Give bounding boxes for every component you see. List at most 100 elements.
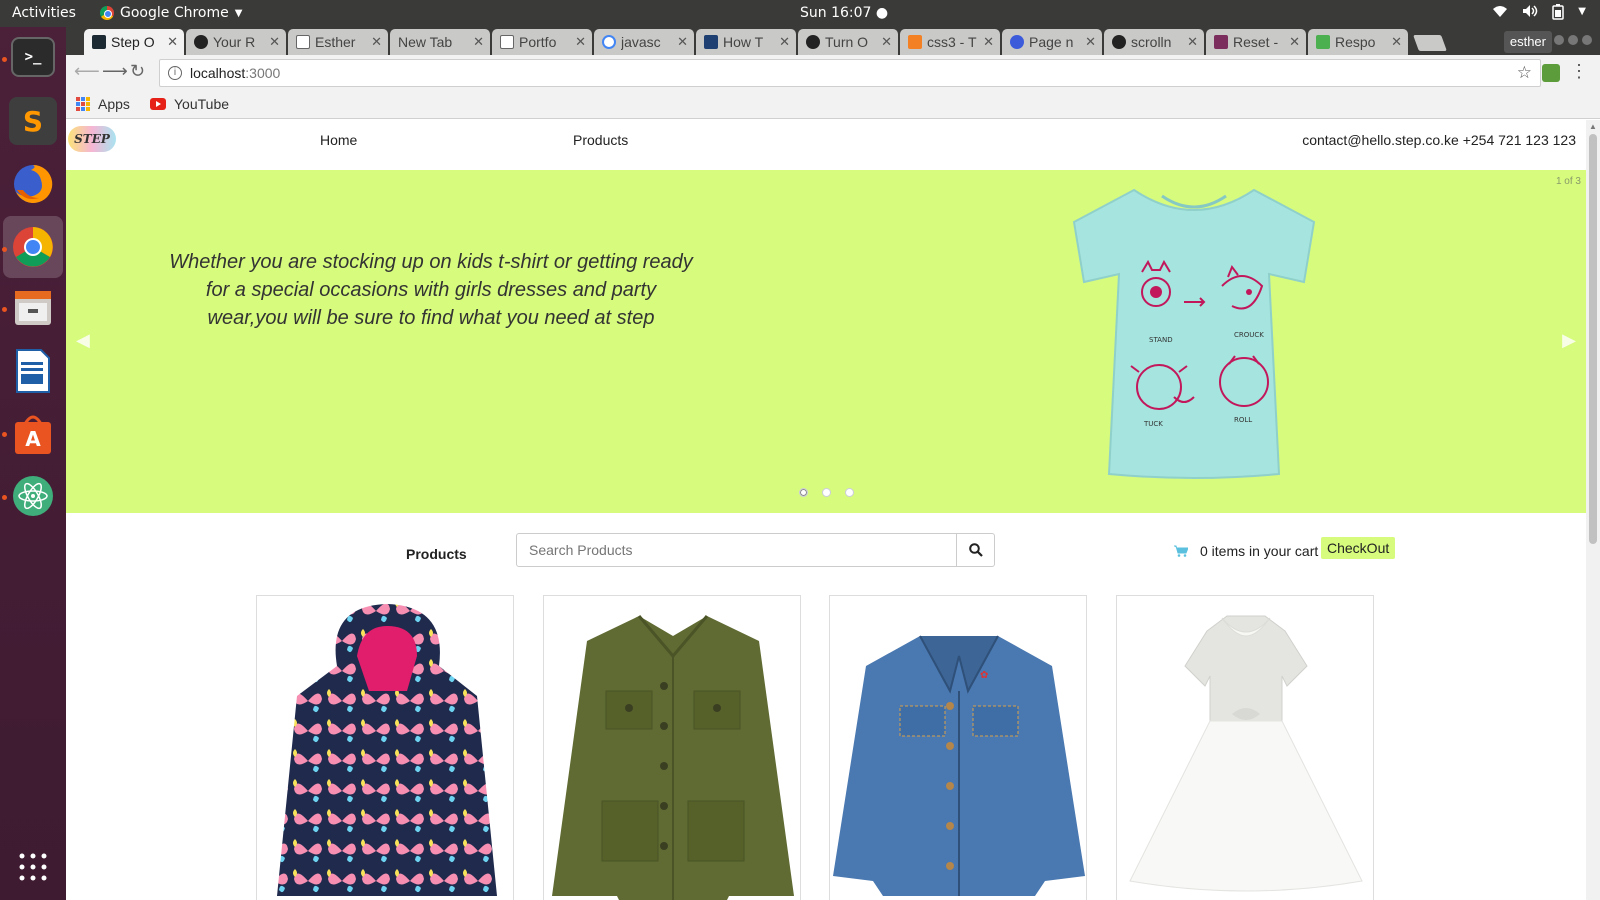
github-icon [194, 35, 208, 49]
tab-label: New Tab [398, 34, 453, 50]
scroll-up-icon[interactable]: ▲ [1589, 122, 1597, 131]
site-logo[interactable]: STEP [68, 126, 116, 152]
carousel-dot[interactable] [799, 488, 808, 497]
system-tray[interactable]: ▼ [1492, 4, 1586, 24]
react-icon [92, 35, 106, 49]
back-button[interactable]: ⟵ [74, 61, 100, 82]
sublime-text-icon: S [22, 104, 44, 138]
close-window-button[interactable] [1582, 35, 1592, 45]
tab-portfolio[interactable]: Portfo ✕ [492, 29, 592, 55]
terminal-launcher[interactable]: >_ [11, 37, 55, 77]
tab-responsive[interactable]: Respo ✕ [1308, 29, 1408, 55]
tab-javascript[interactable]: javasc ✕ [594, 29, 694, 55]
info-icon[interactable]: i [168, 66, 182, 80]
files-launcher[interactable] [9, 284, 57, 332]
contact-info: contact@hello.step.co.ke +254 721 123 12… [1302, 132, 1576, 148]
window-controls [1554, 35, 1592, 45]
bookmark-apps[interactable]: Apps [76, 96, 130, 112]
products-heading: Products [406, 546, 467, 562]
tab-label: Page n [1029, 34, 1074, 50]
grid-icon [19, 853, 47, 881]
close-icon[interactable]: ✕ [167, 34, 178, 50]
chrome-launcher[interactable] [3, 216, 63, 278]
close-icon[interactable]: ✕ [575, 34, 586, 50]
search-products-input[interactable] [516, 533, 957, 567]
app-menu[interactable]: Google Chrome ▼ [100, 5, 242, 21]
sublime-text-launcher[interactable]: S [9, 97, 57, 145]
nav-home-link[interactable]: Home [320, 132, 357, 148]
browser-toolbar: ⟵ ⟶ ↻ i localhost:3000 ☆ ⋮ [66, 55, 1600, 91]
cart-summary[interactable]: 0 items in your cart [1174, 543, 1318, 559]
page-icon [500, 35, 514, 49]
bookmark-star-icon[interactable]: ☆ [1517, 63, 1532, 83]
page-scrollbar[interactable]: ▲ [1586, 120, 1600, 900]
clock[interactable]: Sun 16:07 ● [800, 5, 888, 21]
tab-css3[interactable]: css3 - T ✕ [900, 29, 1000, 55]
close-icon[interactable]: ✕ [371, 34, 382, 50]
tab-github[interactable]: Your R ✕ [186, 29, 286, 55]
close-icon[interactable]: ✕ [1391, 34, 1402, 50]
page-viewport: STEP Home Products contact@hello.step.co… [66, 120, 1600, 900]
forward-button[interactable]: ⟶ [102, 61, 128, 82]
product-card-denim-jacket[interactable]: ✿ [829, 595, 1087, 900]
bookmark-youtube[interactable]: YouTube [150, 96, 229, 112]
carousel-dots [799, 488, 854, 497]
running-indicator [2, 307, 7, 312]
close-icon[interactable]: ✕ [779, 34, 790, 50]
product-card-white-party-dress[interactable] [1116, 595, 1374, 900]
checkout-button[interactable]: CheckOut [1321, 537, 1396, 559]
close-icon[interactable]: ✕ [1085, 34, 1096, 50]
nav-products-link[interactable]: Products [573, 132, 628, 148]
search-icon [968, 543, 983, 557]
close-icon[interactable]: ✕ [1289, 34, 1300, 50]
chrome-icon [100, 6, 114, 20]
close-icon[interactable]: ✕ [1187, 34, 1198, 50]
github-icon [806, 35, 820, 49]
search-button[interactable] [956, 533, 995, 567]
firefox-launcher[interactable] [9, 160, 57, 208]
address-bar[interactable]: i localhost:3000 ☆ [159, 59, 1541, 87]
product-image: ✿ [833, 635, 1085, 896]
tab-esther[interactable]: Esther ✕ [288, 29, 388, 55]
scrollbar-thumb[interactable] [1589, 134, 1597, 544]
browser-menu-icon[interactable]: ⋮ [1570, 61, 1588, 82]
activities-button[interactable]: Activities [12, 5, 76, 21]
writer-launcher[interactable] [9, 347, 57, 395]
tab-scrolln[interactable]: scrolln ✕ [1104, 29, 1204, 55]
carousel-next-button[interactable]: ▶ [1562, 330, 1576, 351]
bookmarks-bar: Apps YouTube [66, 91, 1600, 119]
new-tab-button[interactable] [1413, 35, 1447, 51]
extension-icon[interactable] [1542, 64, 1560, 82]
tab-new-tab[interactable]: New Tab ✕ [390, 29, 490, 55]
carousel-prev-button[interactable]: ◀ [76, 330, 90, 351]
tab-how-to[interactable]: How T ✕ [696, 29, 796, 55]
tab-reset[interactable]: Reset - ✕ [1206, 29, 1306, 55]
site-icon [1214, 35, 1228, 49]
product-card-olive-utility-jacket[interactable] [543, 595, 801, 900]
product-image [277, 604, 497, 896]
show-applications-button[interactable] [9, 847, 57, 887]
atom-launcher[interactable] [9, 472, 57, 520]
product-card-butterfly-raincoat[interactable] [256, 595, 514, 900]
maximize-button[interactable] [1568, 35, 1578, 45]
reload-button[interactable]: ↻ [130, 61, 145, 82]
close-icon[interactable]: ✕ [677, 34, 688, 50]
atom-icon [13, 476, 53, 516]
svg-text:TUCK: TUCK [1143, 420, 1163, 428]
terminal-icon: >_ [24, 49, 42, 65]
tab-page[interactable]: Page n ✕ [1002, 29, 1102, 55]
svg-text:CROUCK: CROUCK [1234, 331, 1264, 339]
close-icon[interactable]: ✕ [269, 34, 280, 50]
minimize-button[interactable] [1554, 35, 1564, 45]
carousel-dot[interactable] [845, 488, 854, 497]
tab-turn-off[interactable]: Turn O ✕ [798, 29, 898, 55]
carousel-dot[interactable] [822, 488, 831, 497]
close-icon[interactable]: ✕ [473, 34, 484, 50]
close-icon[interactable]: ✕ [881, 34, 892, 50]
stackoverflow-icon [908, 35, 922, 49]
tab-step[interactable]: Step O ✕ [84, 29, 184, 55]
software-center-launcher[interactable]: A [9, 410, 57, 458]
profile-button[interactable]: esther [1503, 31, 1552, 53]
close-icon[interactable]: ✕ [983, 34, 994, 50]
volume-icon [1522, 4, 1538, 24]
